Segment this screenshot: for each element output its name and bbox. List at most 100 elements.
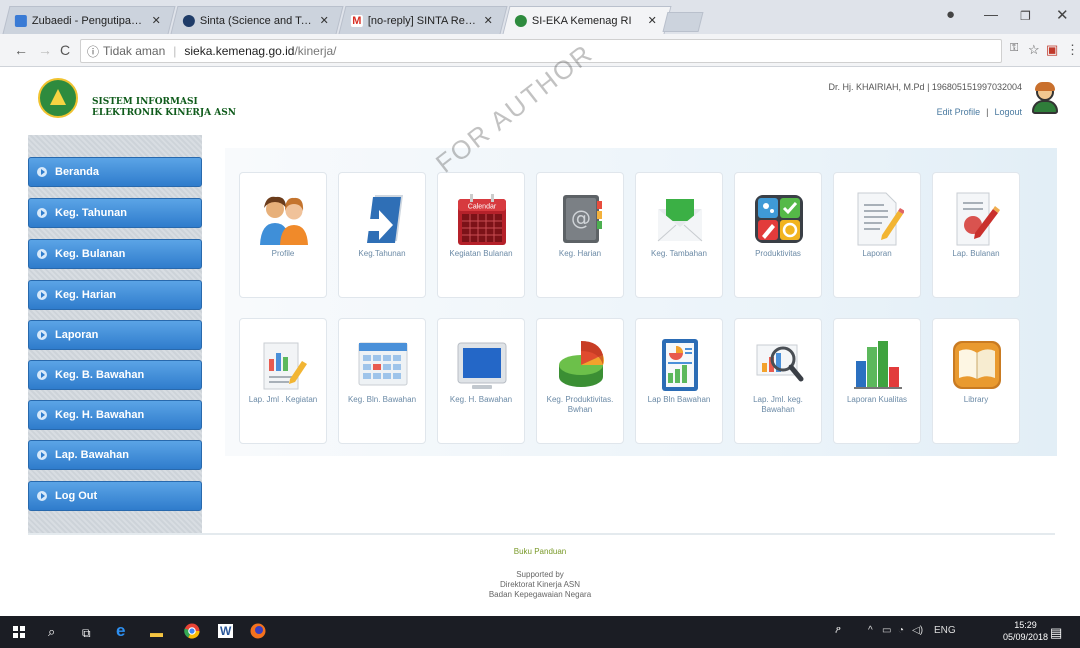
battery-icon[interactable]: ▭	[882, 625, 891, 636]
tray-expand-icon[interactable]: ^	[868, 625, 873, 636]
clock-time: 15:29	[1014, 620, 1037, 630]
browser-tab[interactable]: Sinta (Science and Techn ✕	[170, 6, 344, 34]
svg-text:Calendar: Calendar	[468, 204, 497, 211]
volume-icon[interactable]: ◁)	[912, 625, 923, 636]
close-icon[interactable]: ✕	[648, 14, 657, 27]
sidebar-item-keg-harian[interactable]: Keg. Harian	[28, 280, 202, 310]
user-avatar-icon[interactable]	[1030, 82, 1060, 116]
logout-link[interactable]: Logout	[994, 107, 1022, 117]
supporter-line2: Badan Kepegawaian Negara	[488, 590, 592, 599]
site-title-line1: SISTEM INFORMASI	[92, 97, 198, 107]
account-icon[interactable]: ●	[946, 6, 955, 23]
browser-tab-active[interactable]: SI-EKA Kemenag RI ✕	[502, 6, 672, 34]
key-icon[interactable]: ⚿	[1010, 42, 1018, 55]
sidebar-item-laporan[interactable]: Laporan	[28, 320, 202, 350]
menu-tile-lap-jml-kegiatan[interactable]: Lap. Jml . Kegiatan	[239, 318, 327, 444]
notification-icon[interactable]: ▤	[1050, 625, 1062, 641]
user-links: Edit Profile | Logout	[937, 107, 1022, 117]
users-icon	[260, 196, 308, 245]
menu-tile-profile[interactable]: Profile	[239, 172, 327, 298]
sidebar-item-keg-bulanan[interactable]: Keg. Bulanan	[28, 239, 202, 269]
close-icon[interactable]: ✕	[152, 14, 161, 27]
menu-tile-laporan-kualitas[interactable]: Laporan Kualitas	[833, 318, 921, 444]
sidebar-item-label: Keg. Harian	[55, 289, 117, 301]
info-icon[interactable]: ⓘ	[87, 43, 99, 60]
browser-toolbar: ← → C ⓘ Tidak aman | sieka.kemenag.go.id…	[0, 34, 1080, 67]
menu-tile-keg-produktivitas-bwhan[interactable]: Keg. Produktivitas. Bwhan	[536, 318, 624, 444]
footer-support: Supported by Direktorat Kinerja ASN Bada…	[0, 570, 1080, 600]
tile-label: Keg.Tahunan	[358, 249, 406, 258]
chrome-icon[interactable]	[184, 623, 200, 642]
close-icon[interactable]: ✕	[320, 14, 329, 27]
user-guide-link[interactable]: Buku Panduan	[0, 547, 1080, 556]
sidebar-item-keg-h-bawahan[interactable]: Keg. H. Bawahan	[28, 400, 202, 430]
tab-favicon-icon	[182, 14, 195, 27]
tile-label: Laporan	[862, 249, 892, 258]
sidebar-item-label: Keg. Bulanan	[55, 248, 126, 260]
tile-label: Keg. Harian	[558, 249, 602, 258]
edit-profile-link[interactable]: Edit Profile	[937, 107, 981, 117]
browser-tab[interactable]: M [no-reply] SINTA Registr ✕	[338, 6, 508, 34]
sidebar-item-keg-b-bawahan[interactable]: Keg. B. Bawahan	[28, 360, 202, 390]
system-clock[interactable]: 15:29 05/09/2018	[1003, 619, 1048, 643]
extension-icon[interactable]: ▣	[1046, 42, 1058, 58]
security-label: Tidak aman	[103, 44, 166, 58]
site-title: SISTEM INFORMASI ELEKTRONIK KINERJA ASN	[92, 97, 236, 119]
windows-start-icon[interactable]	[13, 626, 25, 638]
menu-tile-keg-harian[interactable]: @ Keg. Harian	[536, 172, 624, 298]
menu-tile-lap-jml-keg-bawahan[interactable]: Lap. Jml. keg. Bawahan	[734, 318, 822, 444]
doc-pencil-red-icon	[956, 192, 1000, 246]
task-view-icon[interactable]: ⧉	[82, 626, 91, 641]
menu-tile-lap-bln-bawahan[interactable]: Lap Bln Bawahan	[635, 318, 723, 444]
back-icon[interactable]: ←	[14, 42, 28, 58]
search-icon[interactable]: ⌕	[48, 624, 55, 640]
bar-chart-icon	[854, 341, 902, 389]
tile-label: Keg. Bln. Bawahan	[347, 395, 417, 404]
menu-tile-keg-tahunan[interactable]: Keg.Tahunan	[338, 172, 426, 298]
menu-tile-lap-bulanan[interactable]: Lap. Bulanan	[932, 172, 1020, 298]
people-icon[interactable]: ዖ	[835, 625, 841, 636]
minimize-icon[interactable]: —	[984, 6, 998, 22]
sidebar-item-beranda[interactable]: Beranda	[28, 157, 202, 187]
sidebar-item-label: Beranda	[55, 166, 100, 178]
menu-tile-library[interactable]: Library	[932, 318, 1020, 444]
pie-3d-icon	[559, 341, 604, 387]
forward-icon[interactable]: →	[38, 42, 52, 58]
menu-tile-keg-bln-bawahan[interactable]: Keg. Bln. Bawahan	[338, 318, 426, 444]
tab-title: Sinta (Science and Techn	[199, 14, 314, 27]
address-bar[interactable]: ⓘ Tidak aman | sieka.kemenag.go.id/kiner…	[80, 39, 1002, 63]
menu-tile-kegiatan-bulanan[interactable]: Calendar Kegiatan Bulanan	[437, 172, 525, 298]
new-tab-button[interactable]	[662, 12, 704, 32]
file-explorer-icon[interactable]: ▬	[150, 625, 163, 640]
menu-tile-laporan[interactable]: Laporan	[833, 172, 921, 298]
menu-icon[interactable]: ⋮	[1066, 42, 1079, 58]
sidebar-item-keg-tahunan[interactable]: Keg. Tahunan	[28, 198, 202, 228]
tab-title: SI-EKA Kemenag RI	[531, 14, 632, 27]
tile-label: Library	[963, 395, 989, 404]
user-guide-label[interactable]: Buku Panduan	[514, 547, 567, 556]
sidebar-item-log-out[interactable]: Log Out	[28, 481, 202, 511]
firefox-icon[interactable]	[250, 623, 266, 642]
star-icon[interactable]: ☆	[1028, 42, 1040, 58]
menu-tile-keg-tambahan[interactable]: Keg. Tambahan	[635, 172, 723, 298]
tile-label: Lap. Jml. keg. Bawahan	[753, 395, 803, 414]
edge-icon[interactable]: e	[116, 621, 125, 641]
window-close-icon[interactable]: ✕	[1056, 6, 1069, 24]
sidebar-item-label: Keg. B. Bawahan	[55, 369, 145, 381]
separator: |	[173, 44, 177, 58]
reload-icon[interactable]: C	[60, 42, 70, 58]
network-icon[interactable]: ◔	[898, 625, 904, 636]
sidebar: Beranda Keg. Tahunan Keg. Bulanan Keg. H…	[28, 135, 202, 533]
browser-tab[interactable]: Zubaedi - Pengutipan Go ✕	[2, 6, 176, 34]
tab-title: [no-reply] SINTA Registr	[367, 14, 478, 27]
sidebar-item-lap-bawahan[interactable]: Lap. Bawahan	[28, 440, 202, 470]
close-icon[interactable]: ✕	[484, 14, 493, 27]
language-indicator[interactable]: ENG	[934, 625, 956, 636]
menu-tile-produktivitas[interactable]: Produktivitas	[734, 172, 822, 298]
report-icon	[662, 339, 698, 391]
supporter-line1: Direktorat Kinerja ASN	[499, 580, 581, 589]
bullet-icon	[37, 290, 47, 300]
menu-tile-keg-h-bawahan[interactable]: Keg. H. Bawahan	[437, 318, 525, 444]
word-icon[interactable]: W	[218, 624, 234, 638]
maximize-icon[interactable]: ❐	[1020, 9, 1031, 23]
